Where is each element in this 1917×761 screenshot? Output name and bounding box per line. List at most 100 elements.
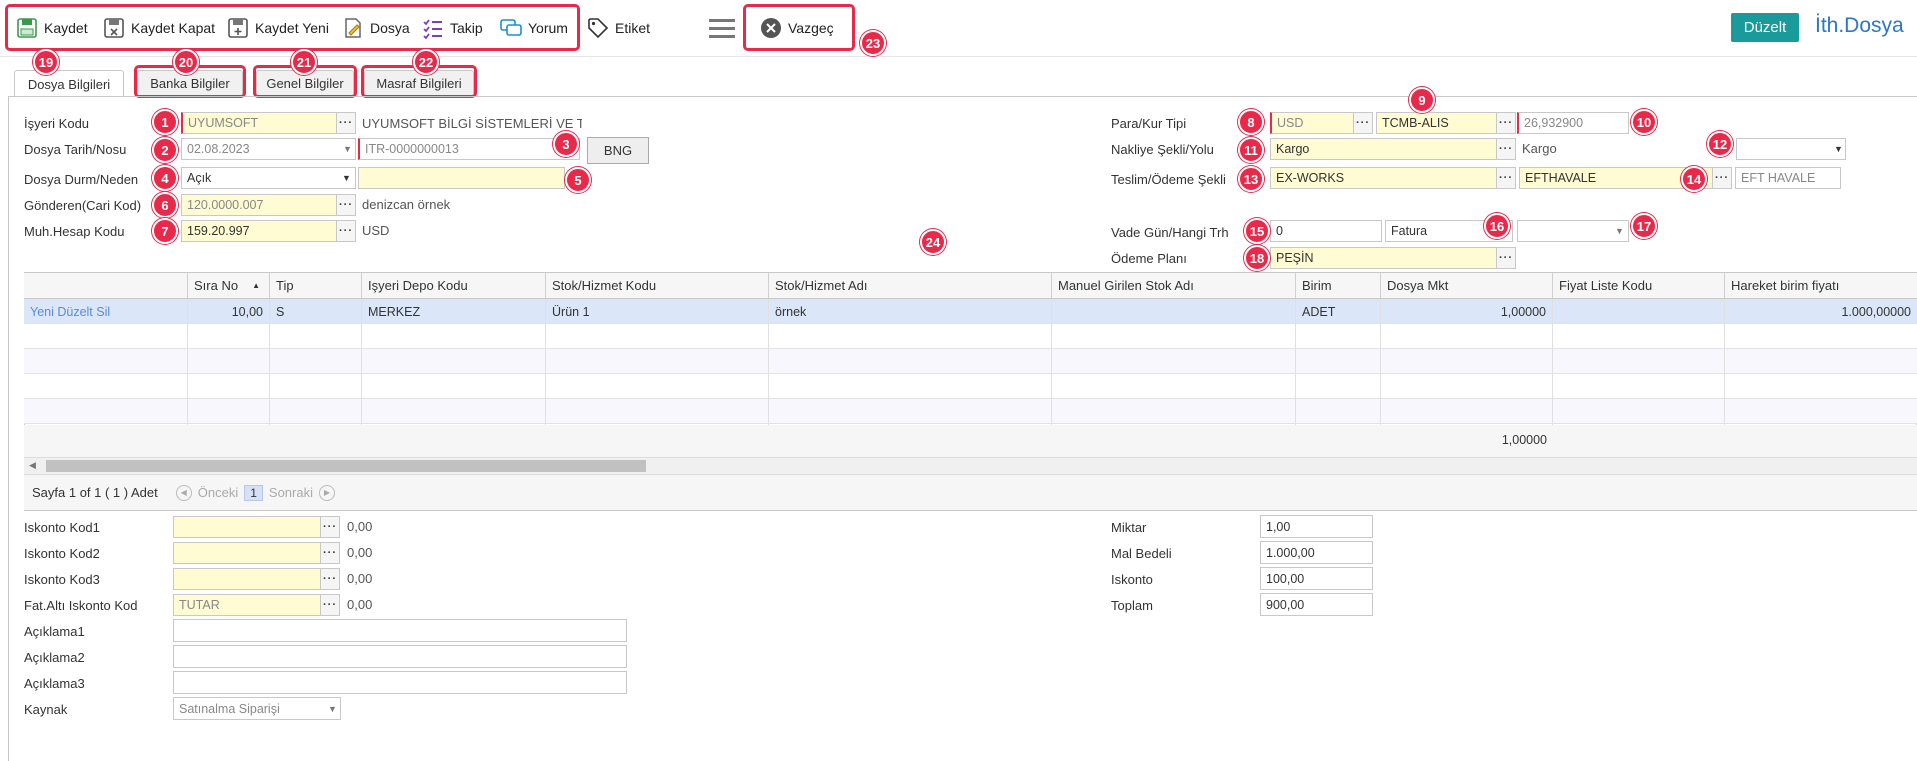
mal-bedeli-field[interactable]: 1.000,00: [1260, 541, 1373, 564]
tag-label: Etiket: [615, 20, 651, 36]
aciklama3-field[interactable]: [173, 671, 627, 694]
annotation-badge: 6: [152, 192, 178, 218]
toplam-field[interactable]: 900,00: [1260, 593, 1373, 616]
grid-col-birim[interactable]: Birim: [1296, 273, 1381, 298]
durum-select[interactable]: Açık: [181, 167, 356, 189]
vade-extra-dropdown-icon[interactable]: ▼: [1615, 226, 1624, 236]
fat-alti-lookup-button[interactable]: ···: [320, 594, 340, 616]
aciklama2-field[interactable]: [173, 645, 627, 668]
vade-field[interactable]: 0: [1270, 220, 1382, 242]
kur-tipi-field[interactable]: TCMB-ALIS: [1376, 112, 1497, 134]
grid-col-fiyat-liste[interactable]: Fiyat Liste Kodu: [1553, 273, 1725, 298]
muh-currency-text: USD: [362, 223, 390, 238]
horizontal-scrollbar[interactable]: ◀: [24, 457, 1917, 474]
panel-left-border: [8, 96, 9, 761]
teslim-field[interactable]: EX-WORKS: [1270, 167, 1497, 189]
kaynak-select[interactable]: Satınalma Siparişi: [173, 697, 341, 720]
annotation-badge: 18: [1244, 245, 1270, 271]
dosya-no-field[interactable]: ITR-0000000013: [358, 138, 580, 160]
gonderen-field[interactable]: 120.0000.007: [181, 194, 337, 216]
grid-column-line: [1552, 324, 1553, 425]
iskonto3-field[interactable]: [173, 568, 322, 590]
grid-col-sira-no[interactable]: Sıra No ▲: [188, 273, 270, 298]
date-dropdown-icon[interactable]: ▼: [343, 144, 352, 154]
durum-dropdown-icon[interactable]: ▼: [342, 173, 351, 183]
next-page-icon[interactable]: ▶: [318, 484, 335, 501]
tab-dosya-bilgileri[interactable]: Dosya Bilgileri: [14, 70, 124, 97]
cell-stok-adi: örnek: [769, 299, 1052, 324]
para-field[interactable]: USD: [1270, 112, 1354, 134]
dosya-tarih-field[interactable]: 02.08.2023: [181, 138, 356, 160]
kur-field[interactable]: 26,932900: [1517, 112, 1629, 134]
iskonto2-field[interactable]: [173, 542, 322, 564]
odeme-plan-field[interactable]: PEŞİN: [1270, 247, 1497, 269]
nakliye-field[interactable]: Kargo: [1270, 138, 1497, 160]
iskonto3-lookup-button[interactable]: ···: [320, 568, 340, 590]
prev-page-button[interactable]: Önceki: [198, 485, 238, 500]
iskonto3-label: Iskonto Kod3: [24, 572, 100, 587]
neden-field[interactable]: [358, 167, 565, 189]
nakliye-lookup-button[interactable]: ···: [1496, 138, 1516, 160]
row-actions[interactable]: Yeni Düzelt Sil: [24, 299, 188, 324]
table-row-empty: [24, 399, 1917, 424]
scrollbar-thumb[interactable]: [46, 460, 646, 472]
annotation-box-cancel: [743, 4, 855, 51]
odeme-plan-label: Ödeme Planı: [1111, 251, 1187, 266]
edit-button[interactable]: Düzelt: [1731, 13, 1799, 42]
annotation-badge: 16: [1484, 213, 1510, 239]
toplam-label: Toplam: [1111, 598, 1153, 613]
hamburger-menu-icon[interactable]: [709, 19, 735, 39]
grid-col-stok-adi[interactable]: Stok/Hizmet Adı: [769, 273, 1052, 298]
tag-button[interactable]: Etiket: [587, 14, 650, 42]
iskonto2-lookup-button[interactable]: ···: [320, 542, 340, 564]
nakliye-yolu-dropdown-icon[interactable]: ▼: [1834, 144, 1843, 154]
isyeri-kodu-label: İşyeri Kodu: [24, 116, 90, 131]
teslim-lookup-button[interactable]: ···: [1496, 167, 1516, 189]
fat-alti-field[interactable]: TUTAR: [173, 594, 322, 616]
tab-underline: [8, 96, 1917, 97]
bng-button[interactable]: BNG: [587, 137, 649, 164]
nakliye-yolu-select[interactable]: [1736, 138, 1846, 160]
grid-col-birim-fiyat[interactable]: Hareket birim fiyatı: [1725, 273, 1917, 298]
gonderen-lookup-button[interactable]: ···: [336, 194, 356, 216]
next-page-button[interactable]: Sonraki: [269, 485, 313, 500]
aciklama1-field[interactable]: [173, 619, 627, 642]
iskonto-field[interactable]: 100,00: [1260, 567, 1373, 590]
vade-extra-select[interactable]: [1517, 220, 1629, 242]
prev-page-icon[interactable]: ◀: [175, 484, 192, 501]
odeme-lookup-button[interactable]: ···: [1712, 167, 1732, 189]
tag-icon: [588, 18, 609, 39]
page-number[interactable]: 1: [244, 484, 263, 501]
annotation-badge: 4: [152, 165, 178, 191]
isyeri-kodu-field[interactable]: UYUMSOFT: [181, 112, 337, 134]
grid-col-dosya-mkt[interactable]: Dosya Mkt: [1381, 273, 1553, 298]
annotation-badge: 19: [33, 49, 59, 75]
cell-stok-kodu: Ürün 1: [546, 299, 769, 324]
iskonto2-value: 0,00: [347, 545, 373, 560]
miktar-field[interactable]: 1,00: [1260, 515, 1373, 538]
dosya-tarih-label: Dosya Tarih/Nosu: [24, 142, 127, 157]
annotation-badge: 14: [1681, 166, 1707, 192]
iskonto-label: Iskonto: [1111, 572, 1153, 587]
scroll-left-icon[interactable]: ◀: [29, 460, 36, 471]
odeme-plan-lookup-button[interactable]: ···: [1496, 247, 1516, 269]
grid-col-manuel[interactable]: Manuel Girilen Stok Adı: [1052, 273, 1296, 298]
annotation-badge: 17: [1631, 213, 1657, 239]
iskonto1-field[interactable]: [173, 516, 322, 538]
kur-tipi-lookup-button[interactable]: ···: [1496, 112, 1516, 134]
grid-column-line: [269, 324, 270, 425]
muh-hesap-lookup-button[interactable]: ···: [336, 220, 356, 242]
table-row[interactable]: Yeni Düzelt Sil 10,00 S MERKEZ Ürün 1 ör…: [24, 299, 1917, 324]
annotation-badge: 23: [860, 30, 886, 56]
grid-col-depo[interactable]: Işyeri Depo Kodu: [362, 273, 546, 298]
grid-col-stok-kodu[interactable]: Stok/Hizmet Kodu: [546, 273, 769, 298]
fat-alti-label: Fat.Altı Iskonto Kod: [24, 598, 138, 613]
pager: Sayfa 1 of 1 ( 1 ) Adet ◀ Önceki 1 Sonra…: [24, 474, 1917, 510]
grid-col-tip[interactable]: Tip: [270, 273, 362, 298]
annotation-badge: 3: [553, 131, 579, 157]
isyeri-kodu-lookup-button[interactable]: ···: [336, 112, 356, 134]
para-lookup-button[interactable]: ···: [1353, 112, 1373, 134]
muh-hesap-field[interactable]: 159.20.997: [181, 220, 337, 242]
iskonto1-lookup-button[interactable]: ···: [320, 516, 340, 538]
kaynak-dropdown-icon[interactable]: ▼: [328, 704, 337, 714]
